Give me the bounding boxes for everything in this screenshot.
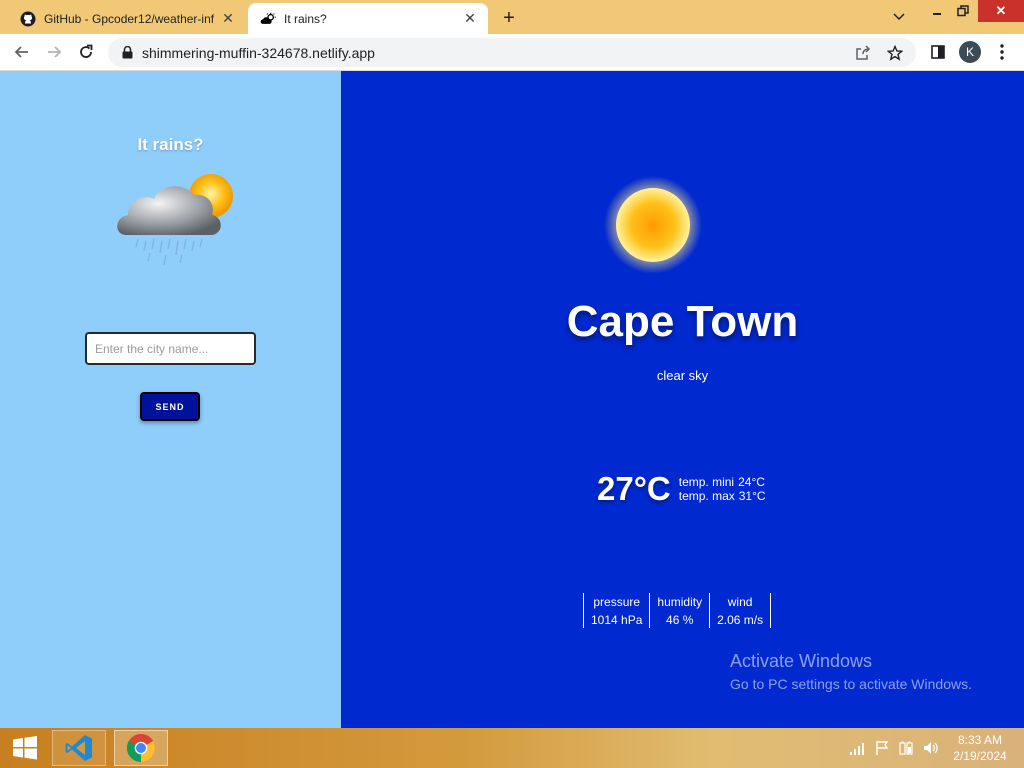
- temp-max-value: 31°C: [738, 489, 766, 503]
- kebab-menu-icon[interactable]: [990, 40, 1014, 64]
- vscode-icon[interactable]: [52, 730, 106, 766]
- city-search-input[interactable]: [85, 332, 256, 365]
- tab-title: GitHub - Gpcoder12/weather-inf: [44, 11, 215, 26]
- clock-date: 2/19/2024: [953, 749, 1007, 763]
- watermark-subtitle: Go to PC settings to activate Windows.: [730, 676, 972, 692]
- stat-value: 1014 hPa: [591, 613, 643, 627]
- watermark-title: Activate Windows: [730, 651, 873, 671]
- temp-min-value: 24°C: [738, 475, 765, 489]
- windows-start-icon[interactable]: [0, 730, 50, 766]
- battery-icon[interactable]: [896, 738, 916, 758]
- address-bar[interactable]: shimmering-muffin-324678.netlify.app: [108, 38, 916, 67]
- network-signal-icon[interactable]: [848, 738, 868, 758]
- temp-min-row: temp. mini 24°C: [679, 475, 766, 489]
- bookmark-star-icon[interactable]: [884, 42, 906, 64]
- tab-it-rains[interactable]: It rains? ✕: [248, 3, 488, 34]
- stat-value: 2.06 m/s: [717, 613, 764, 627]
- chevron-down-icon[interactable]: [888, 6, 910, 28]
- stat-label: pressure: [593, 595, 641, 609]
- city-name: Cape Town: [566, 297, 799, 346]
- chrome-icon[interactable]: [114, 730, 168, 766]
- cloud-sun-rain-icon: [112, 171, 240, 269]
- close-tab-icon[interactable]: ✕: [462, 10, 478, 27]
- stat-humidity: humidity 46 %: [649, 593, 709, 628]
- stat-wind: wind 2.06 m/s: [709, 593, 772, 628]
- current-temperature: 27°C: [597, 470, 671, 507]
- weather-panel: Cape Town clear sky 27°C temp. mini 24°C …: [341, 71, 1024, 728]
- forward-arrow-icon[interactable]: [42, 40, 66, 64]
- temp-max-label: temp. max: [678, 489, 735, 503]
- stat-label: wind: [727, 595, 753, 609]
- weather-stats: pressure 1014 hPa humidity 46 % wind 2.0…: [583, 593, 772, 628]
- activate-windows-watermark: Activate Windows Go to PC settings to ac…: [730, 651, 972, 692]
- temp-max-row: temp. max 31°C: [679, 489, 766, 503]
- url-text: shimmering-muffin-324678.netlify.app: [142, 44, 375, 61]
- weather-condition: clear sky: [656, 368, 709, 383]
- browser-tab-strip: GitHub - Gpcoder12/weather-inf ✕ It rain…: [0, 0, 1024, 34]
- stat-pressure: pressure 1014 hPa: [583, 593, 649, 628]
- restore-window-button[interactable]: [952, 0, 974, 22]
- weather-cloud-sun-icon: [260, 11, 276, 27]
- send-button[interactable]: SEND: [140, 392, 200, 421]
- reload-icon[interactable]: [74, 40, 98, 64]
- minimize-window-button[interactable]: [926, 0, 948, 22]
- profile-avatar[interactable]: K: [958, 40, 982, 64]
- stat-value: 46 %: [666, 613, 694, 627]
- new-tab-button[interactable]: +: [498, 7, 520, 29]
- lock-icon[interactable]: [120, 46, 134, 60]
- temperature-range: temp. mini 24°C temp. max 31°C: [679, 475, 766, 503]
- back-arrow-icon[interactable]: [10, 40, 34, 64]
- github-icon: [20, 11, 36, 27]
- web-page: It rains? Enter the city name... SEND Ca…: [0, 71, 1024, 728]
- sun-icon: [603, 175, 703, 275]
- side-panel-icon[interactable]: [926, 40, 950, 64]
- share-icon[interactable]: [852, 42, 874, 64]
- browser-toolbar: shimmering-muffin-324678.netlify.app K: [0, 34, 1024, 71]
- profile-initial: K: [959, 41, 981, 63]
- search-panel: It rains? Enter the city name... SEND: [0, 71, 341, 728]
- clock-time: 8:33 AM: [957, 733, 1003, 747]
- windows-taskbar: 8:33 AM 2/19/2024: [0, 728, 1024, 768]
- tab-github[interactable]: GitHub - Gpcoder12/weather-inf ✕: [8, 3, 246, 34]
- action-center-flag-icon[interactable]: [872, 738, 892, 758]
- tab-title: It rains?: [284, 11, 327, 26]
- temperature-block: 27°C temp. mini 24°C temp. max 31°C: [597, 469, 766, 509]
- speaker-volume-icon[interactable]: [920, 738, 940, 758]
- system-clock[interactable]: 8:33 AM 2/19/2024: [940, 732, 1020, 764]
- close-tab-icon[interactable]: ✕: [220, 10, 236, 27]
- close-window-button[interactable]: ✕: [978, 0, 1024, 22]
- stat-label: humidity: [657, 595, 703, 609]
- temp-min-label: temp. mini: [678, 475, 735, 489]
- app-title: It rains?: [137, 135, 204, 154]
